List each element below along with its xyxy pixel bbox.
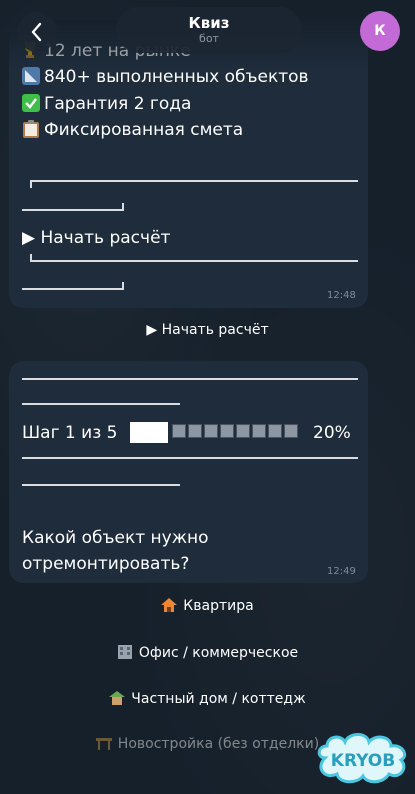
- objects-count-text: 840+ выполненных объектов: [44, 67, 309, 87]
- construction-icon: [95, 736, 112, 750]
- clipboard-icon: [22, 120, 40, 138]
- back-button[interactable]: [17, 12, 57, 52]
- cottage-icon: [109, 691, 126, 705]
- progress-percent: 20%: [313, 423, 351, 443]
- divider-corner: [30, 254, 32, 262]
- divider-line: [30, 180, 358, 182]
- chat-subtitle: бот: [199, 32, 219, 45]
- divider-line: [22, 378, 358, 380]
- question-line-2: отремонтировать?: [22, 554, 190, 574]
- message-line: Фиксированная смета: [22, 119, 243, 141]
- divider-corner: [122, 203, 124, 211]
- divider-line: [22, 457, 358, 459]
- message-line: 840+ выполненных объектов: [22, 66, 309, 88]
- option-office-button[interactable]: Офис / коммерческое: [0, 645, 415, 661]
- kryob-logo: KRYOB: [315, 728, 411, 786]
- progress-segment: [188, 424, 202, 438]
- progress-segment: [204, 424, 218, 438]
- message-time: 12:48: [327, 290, 356, 301]
- option-label: Квартира: [183, 598, 254, 614]
- divider-line: [22, 209, 124, 211]
- option-label: Новостройка (без отделки): [117, 736, 320, 752]
- chat-title: Квиз: [188, 14, 230, 32]
- house-icon: [161, 598, 178, 612]
- warranty-text: Гарантия 2 года: [44, 94, 192, 114]
- progress-segment: [236, 424, 250, 438]
- option-house-button[interactable]: Частный дом / коттедж: [0, 691, 415, 707]
- progress-segment: [172, 424, 186, 438]
- question-line-1: Какой объект нужно: [22, 528, 209, 548]
- step-label: Шаг 1 из 5: [22, 423, 118, 443]
- progress-fill: [130, 422, 168, 443]
- message-bubble-intro: [9, 20, 368, 308]
- start-calculation-button[interactable]: ▶ Начать расчёт: [0, 322, 415, 338]
- progress-segment: [252, 424, 266, 438]
- chat-header: Квиз бот К: [0, 0, 415, 62]
- chevron-left-icon: [31, 22, 42, 42]
- divider-corner: [30, 180, 32, 188]
- fixed-estimate-text: Фиксированная смета: [44, 120, 244, 140]
- divider-corner: [122, 282, 124, 290]
- divider-line: [22, 484, 180, 486]
- message-time: 12:49: [327, 566, 356, 577]
- triangular-ruler-icon: [22, 67, 40, 85]
- option-apartment-button[interactable]: Квартира: [0, 598, 415, 614]
- divider-line: [22, 288, 124, 290]
- option-label: Частный дом / коттедж: [131, 691, 306, 707]
- message-bubble-quiz: [9, 361, 368, 583]
- option-label: Офис / коммерческое: [138, 645, 299, 661]
- divider-line: [30, 260, 358, 262]
- divider-line: [22, 403, 180, 405]
- chat-title-pill[interactable]: Квиз бот: [116, 7, 302, 53]
- check-mark-icon: [22, 94, 40, 112]
- office-building-icon: [117, 645, 133, 659]
- start-calc-inline-text: ▶ Начать расчёт: [22, 228, 171, 248]
- progress-segment: [268, 424, 282, 438]
- svg-text:KRYOB: KRYOB: [331, 751, 395, 771]
- message-line: Гарантия 2 года: [22, 93, 191, 115]
- avatar[interactable]: К: [360, 11, 400, 51]
- progress-segment: [220, 424, 234, 438]
- progress-segment: [284, 424, 298, 438]
